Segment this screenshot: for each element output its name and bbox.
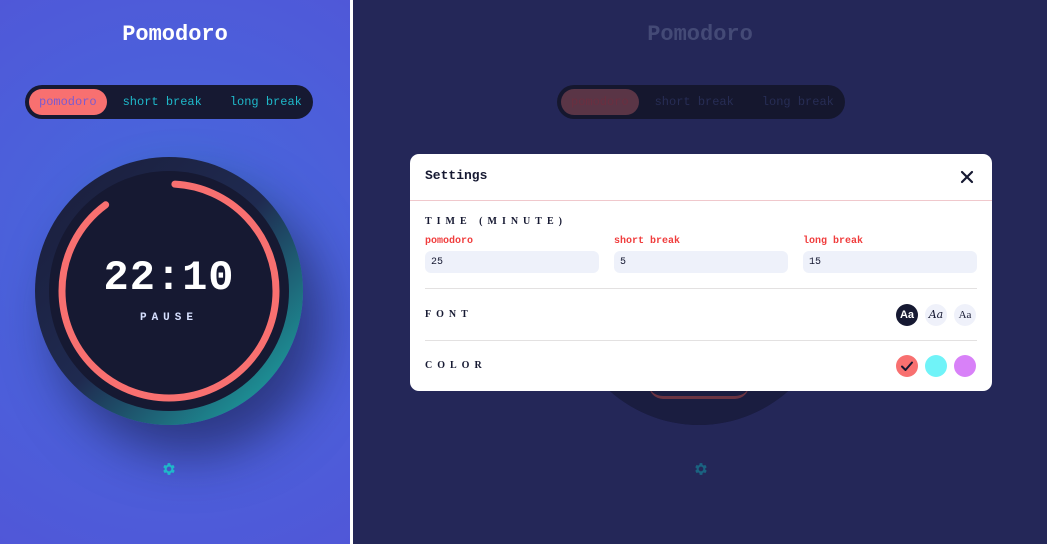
app-title: Pomodoro: [122, 22, 228, 47]
font-option-serif[interactable]: Aa: [954, 304, 976, 326]
tab-long-break[interactable]: long break: [220, 89, 312, 115]
pause-button[interactable]: PAUSE: [49, 312, 289, 324]
short-break-minutes-input[interactable]: [614, 251, 788, 273]
timer-display: 22:10: [103, 254, 235, 302]
time-section-label: TIME (MINUTE): [425, 216, 567, 227]
font-option-sans[interactable]: Aa: [896, 304, 918, 326]
tab-pomodoro-dimmed: pomodoro: [561, 89, 639, 115]
color-option-cyan[interactable]: [925, 355, 947, 377]
mode-switcher: pomodoro short break long break: [25, 85, 313, 119]
modal-title: Settings: [425, 168, 488, 183]
app-title-dimmed: Pomodoro: [647, 22, 753, 47]
tab-long-break-dimmed: long break: [761, 95, 834, 109]
color-section-label: COLOR: [425, 360, 487, 371]
close-icon[interactable]: [959, 169, 975, 185]
tab-pomodoro[interactable]: pomodoro: [29, 89, 107, 115]
gear-icon[interactable]: [161, 461, 177, 477]
check-icon: [901, 361, 913, 371]
long-break-field-label: long break: [803, 236, 864, 247]
font-section-label: FONT: [425, 309, 473, 320]
mode-switcher-dimmed: pomodoro short break long break: [557, 85, 845, 119]
modal-header: Settings: [410, 154, 992, 201]
divider: [425, 288, 977, 289]
gear-icon: [695, 463, 707, 475]
font-option-slab[interactable]: Aa: [925, 304, 947, 326]
long-break-minutes-input[interactable]: [803, 251, 977, 273]
color-option-red[interactable]: [896, 355, 918, 377]
pomodoro-field-label: pomodoro: [425, 236, 474, 247]
pomodoro-minutes-input[interactable]: [425, 251, 599, 273]
pomodoro-main-view: Pomodoro pomodoro short break long break…: [0, 0, 350, 544]
short-break-field-label: short break: [614, 236, 681, 247]
tab-short-break[interactable]: short break: [113, 89, 212, 115]
color-option-purple[interactable]: [954, 355, 976, 377]
settings-modal: Settings TIME (MINUTE) pomodoro short br…: [410, 154, 992, 391]
divider: [425, 340, 977, 341]
tab-short-break-dimmed: short break: [654, 95, 734, 109]
